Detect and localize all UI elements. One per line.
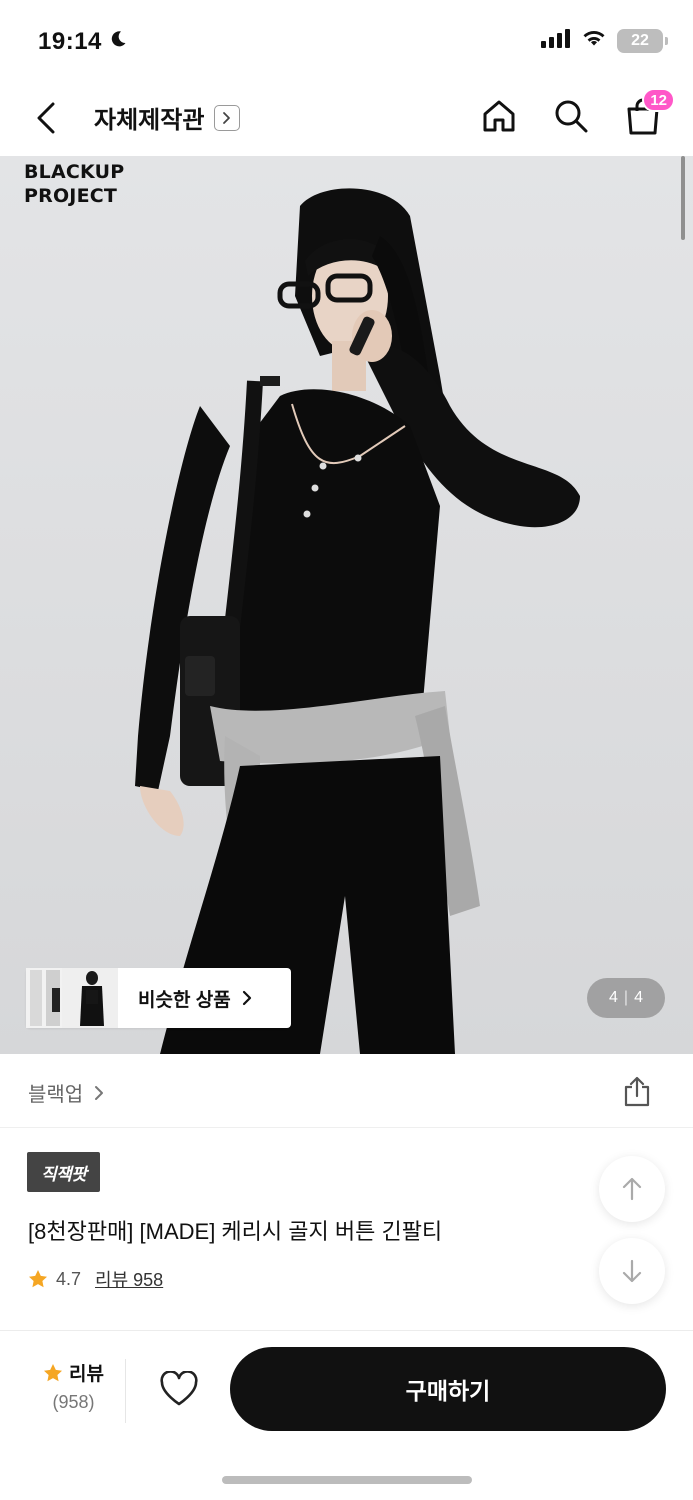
chevron-right-icon	[95, 1085, 104, 1100]
review-label: 리뷰	[69, 1364, 104, 1385]
page-total: 4	[634, 989, 643, 1006]
image-page-indicator: 4 | 4	[587, 978, 665, 1018]
share-button[interactable]	[617, 1072, 657, 1112]
product-info: 직잭팟 [8천장판매] [MADE] 케리시 골지 버튼 긴팔티 4.7 리뷰 …	[0, 1128, 693, 1330]
signal-icon	[541, 28, 571, 53]
status-right: 22	[541, 28, 668, 53]
cart-count-badge: 12	[642, 88, 675, 112]
rating-value: 4.7	[56, 1268, 82, 1289]
chevron-right-icon	[214, 104, 241, 131]
battery-icon: 22	[617, 28, 668, 53]
back-button[interactable]	[28, 98, 64, 138]
battery-level: 22	[631, 31, 649, 49]
scroll-up-button[interactable]	[599, 1156, 665, 1222]
brand-name: 블랙업	[28, 1084, 84, 1106]
review-count: (958)	[52, 1392, 95, 1412]
arrow-down-icon	[622, 1259, 642, 1283]
similar-thumbnails	[26, 968, 118, 1028]
review-summary-button[interactable]: 리뷰 (958)	[22, 1359, 126, 1423]
top-nav: 자체제작관 12	[0, 80, 693, 156]
wishlist-button[interactable]	[154, 1367, 204, 1411]
home-indicator	[222, 1476, 472, 1484]
arrow-up-icon	[622, 1177, 642, 1201]
share-icon	[624, 1076, 650, 1107]
review-top: 리뷰	[43, 1359, 104, 1386]
image-scroll-indicator	[681, 156, 685, 240]
review-link[interactable]: 리뷰 958	[95, 1266, 163, 1292]
bottom-action-bar: 리뷰 (958) 구매하기	[0, 1330, 693, 1446]
moon-icon	[108, 28, 128, 56]
back-icon	[37, 102, 55, 134]
rating-row: 4.7 리뷰 958	[28, 1266, 163, 1292]
store-title-link[interactable]: 자체제작관	[94, 100, 241, 135]
home-button[interactable]	[477, 94, 521, 138]
brand-row: 블랙업	[0, 1054, 693, 1128]
status-time-wrap: 19:14	[38, 28, 128, 56]
search-button[interactable]	[549, 94, 593, 138]
cart-button[interactable]: 12	[621, 88, 675, 138]
status-time: 19:14	[38, 28, 102, 55]
page-current: 4	[609, 989, 618, 1006]
similar-thumbnail-1	[26, 968, 62, 1028]
similar-products-button[interactable]: 비슷한 상품	[26, 968, 291, 1028]
star-icon	[44, 1363, 63, 1381]
model-photo	[135, 188, 580, 1054]
page-separator: |	[623, 989, 629, 1006]
similar-thumbnail-2	[62, 968, 118, 1028]
buy-button[interactable]: 구매하기	[230, 1347, 666, 1431]
header-actions: 12	[477, 88, 675, 138]
similar-products-label: 비슷한 상품	[138, 989, 231, 1011]
home-icon	[483, 100, 515, 132]
page-title: 자체제작관	[94, 107, 205, 134]
star-icon	[29, 1270, 47, 1288]
search-icon	[555, 100, 588, 133]
chevron-right-icon	[241, 989, 253, 1007]
scroll-down-button[interactable]	[599, 1238, 665, 1304]
status-bar: 19:14 22	[0, 0, 693, 80]
promo-badge: 직잭팟	[27, 1152, 101, 1192]
heart-icon	[160, 1371, 198, 1406]
brand-link[interactable]: 블랙업	[28, 1078, 105, 1107]
product-image-gallery[interactable]: BLACKUP PROJECT 비슷한 상품 4 | 4	[0, 156, 693, 1054]
product-name: [8천장판매] [MADE] 케리시 골지 버튼 긴팔티	[28, 1219, 443, 1244]
wifi-icon	[581, 28, 607, 53]
